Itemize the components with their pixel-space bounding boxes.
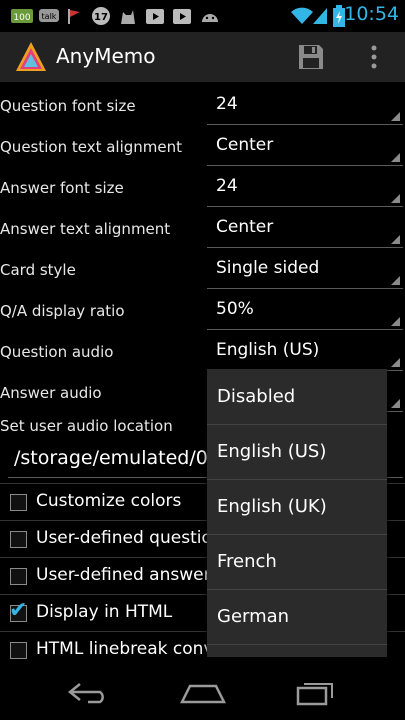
setting-answer-font-size: Answer font size 24 (0, 168, 405, 209)
spinner-arrow-icon (391, 276, 400, 285)
spinner-value: Center (216, 135, 274, 155)
navigation-bar (0, 664, 405, 720)
talk-text: talk (42, 12, 57, 21)
dropdown-option[interactable]: German (207, 589, 387, 645)
spinner-arrow-icon (391, 194, 400, 203)
dropdown-option-label: German (217, 606, 290, 627)
spinner-arrow-icon (391, 112, 400, 121)
spinner-value: Single sided (216, 258, 320, 278)
dropdown-option[interactable]: Disabled (207, 369, 387, 425)
app-logo-icon (14, 40, 48, 78)
more-vert-icon[interactable] (366, 43, 382, 71)
status-bar: 100 talk 17 10:54 (0, 0, 405, 32)
checkbox[interactable] (10, 494, 27, 511)
badge-text: 100 (13, 13, 30, 23)
card-style-spinner[interactable]: Single sided (207, 250, 403, 289)
dropdown-option-label: English (US) (217, 441, 327, 462)
cat-icon (118, 5, 138, 27)
checkmark-icon: ✔ (9, 598, 28, 623)
setting-question-text-alignment: Question text alignment Center (0, 127, 405, 168)
flag-icon (66, 5, 82, 27)
checkbox[interactable] (10, 642, 27, 659)
setting-question-audio: Question audio English (US) (0, 332, 405, 373)
dropdown-option-label: Disabled (217, 386, 296, 407)
setting-label: Q/A display ratio (0, 302, 125, 320)
check-label: Customize colors (36, 491, 182, 511)
signal-icon (311, 5, 329, 27)
status-clock: 10:54 (344, 3, 399, 25)
spinner-value: 50% (216, 299, 254, 319)
settings-badge-icon: 17 (90, 5, 112, 27)
audio-location-label: Set user audio location (0, 417, 173, 435)
save-icon[interactable] (297, 43, 325, 71)
play-store-icon (145, 5, 165, 27)
recents-icon[interactable] (296, 678, 336, 710)
setting-label: Card style (0, 261, 76, 279)
setting-label: Question text alignment (0, 138, 183, 156)
check-label: User-defined answer (36, 565, 211, 585)
question-text-alignment-spinner[interactable]: Center (207, 127, 403, 166)
dropdown-option-label: English (UK) (217, 496, 327, 517)
talk-icon: talk (38, 5, 60, 27)
play-store-icon (172, 5, 192, 27)
answer-text-alignment-spinner[interactable]: Center (207, 209, 403, 248)
question-font-size-spinner[interactable]: 24 (207, 86, 403, 125)
badge-100-icon: 100 (10, 5, 34, 27)
spinner-arrow-icon (391, 153, 400, 162)
dropdown-option[interactable]: French (207, 534, 387, 590)
checkbox[interactable]: ✔ (9, 598, 27, 623)
checkbox[interactable] (10, 531, 27, 548)
setting-answer-text-alignment: Answer text alignment Center (0, 209, 405, 250)
spinner-arrow-icon (391, 317, 400, 326)
answer-font-size-spinner[interactable]: 24 (207, 168, 403, 207)
spinner-arrow-icon (391, 235, 400, 244)
app-title: AnyMemo (56, 44, 156, 68)
dropdown-option[interactable]: English (US) (207, 424, 387, 480)
action-bar: AnyMemo (0, 32, 405, 82)
spinner-arrow-icon (391, 399, 400, 408)
setting-label: Answer text alignment (0, 220, 171, 238)
audio-location-value: /storage/emulated/0/ (14, 447, 215, 469)
svg-text:17: 17 (94, 12, 108, 23)
setting-label: Answer audio (0, 384, 102, 402)
spinner-value: English (US) (216, 340, 320, 360)
dropdown-option[interactable]: English (UK) (207, 479, 387, 535)
setting-question-font-size: Question font size 24 (0, 86, 405, 127)
spinner-arrow-icon (391, 358, 400, 367)
setting-label: Question audio (0, 343, 114, 361)
spinner-value: 24 (216, 176, 238, 196)
setting-card-style: Card style Single sided (0, 250, 405, 291)
qa-display-ratio-spinner[interactable]: 50% (207, 291, 403, 330)
setting-qa-display-ratio: Q/A display ratio 50% (0, 291, 405, 332)
check-label: Display in HTML (36, 602, 173, 622)
dropdown-option-label: French (217, 551, 277, 572)
setting-label: Question font size (0, 97, 136, 115)
spinner-value: 24 (216, 94, 238, 114)
setting-label: Answer font size (0, 179, 124, 197)
android-icon (199, 5, 221, 27)
battery-icon (333, 5, 345, 27)
home-icon[interactable] (179, 680, 227, 710)
back-icon[interactable] (66, 680, 112, 710)
audio-dropdown-menu: Disabled English (US) English (UK) Frenc… (207, 369, 387, 657)
check-label: User-defined question (36, 528, 223, 548)
question-audio-spinner[interactable]: English (US) (207, 332, 403, 371)
checkbox[interactable] (10, 568, 27, 585)
spinner-value: Center (216, 217, 274, 237)
